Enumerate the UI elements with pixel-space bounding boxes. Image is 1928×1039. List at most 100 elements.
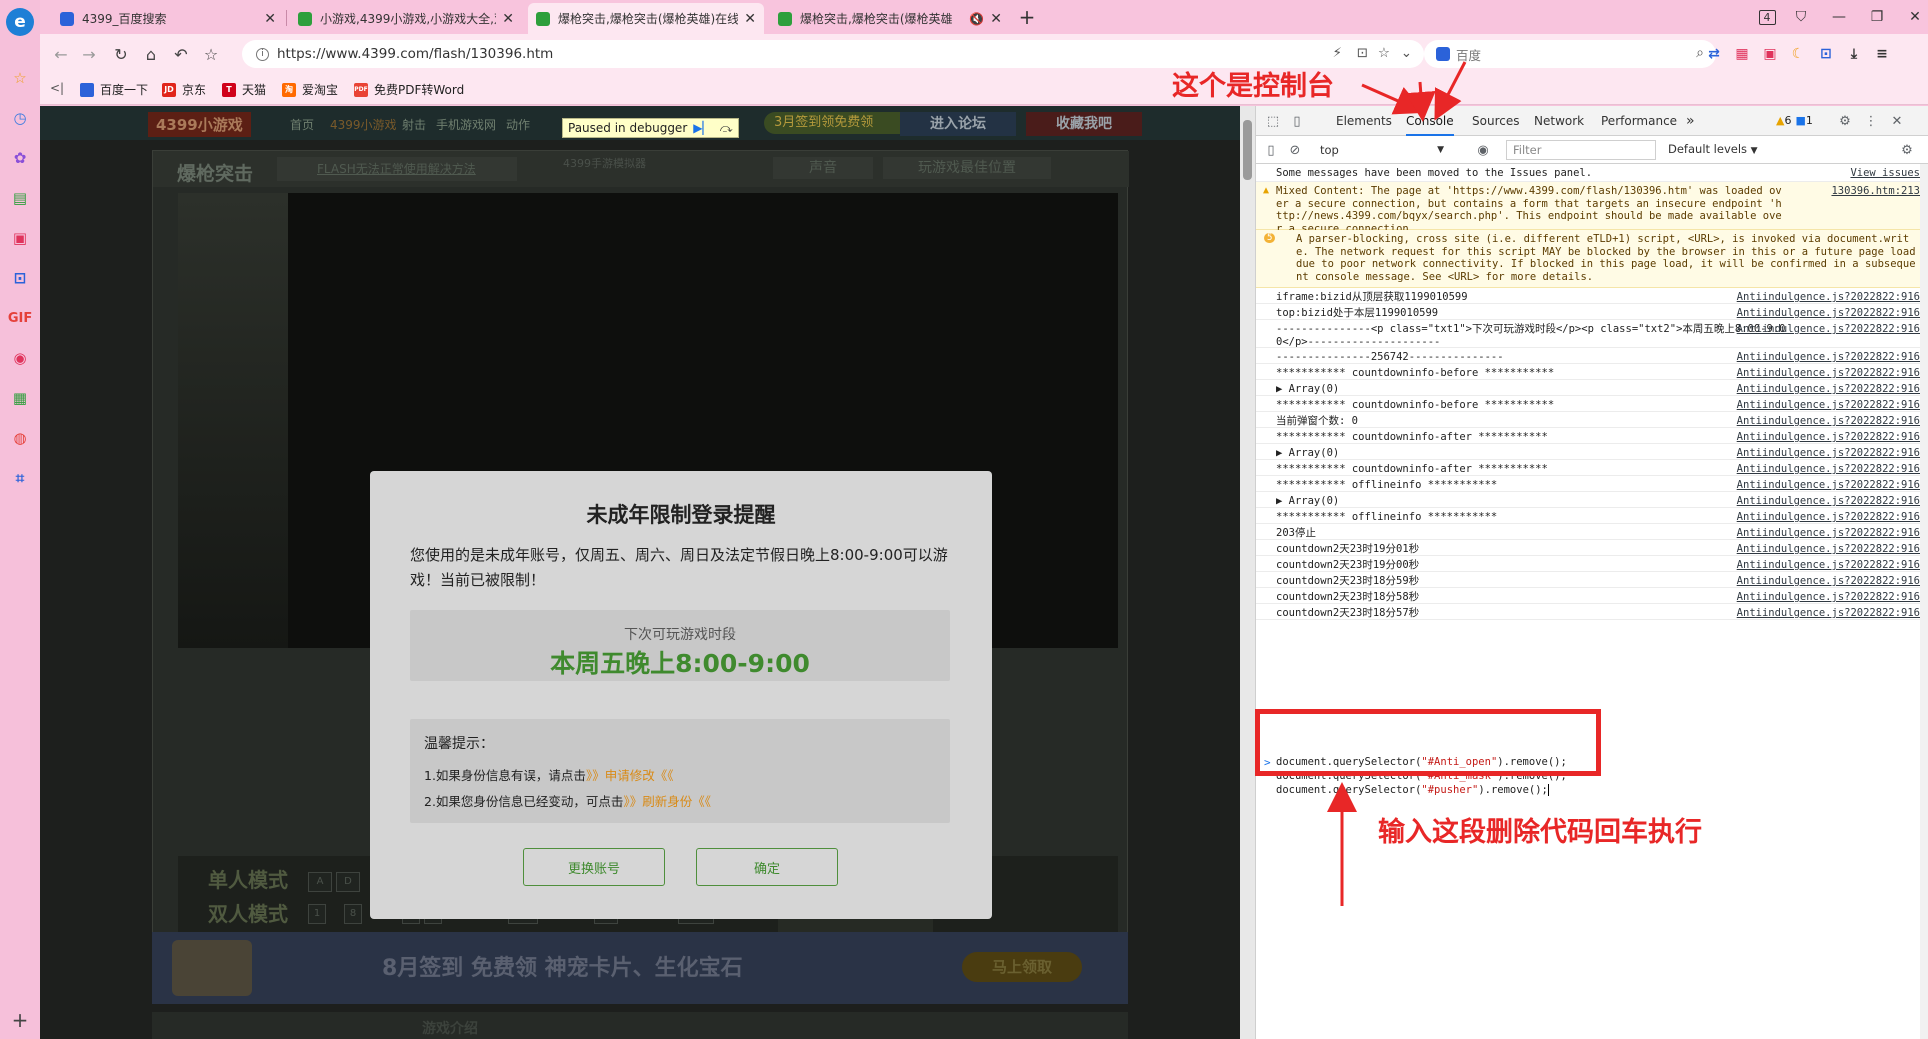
bookmark-star-icon[interactable]: ☆ xyxy=(200,43,222,65)
console-log-row[interactable]: countdown2天23时19分00秒 Antiindulgence.js?20… xyxy=(1256,556,1928,572)
clear-console-icon[interactable]: ⊘ xyxy=(1286,141,1304,159)
filter-input[interactable]: Filter xyxy=(1506,140,1656,160)
chevron-down-icon[interactable]: ⌄ xyxy=(1401,45,1412,61)
console-log-row[interactable]: ▶ Array(0) Antiindulgence.js?2022822:916 xyxy=(1256,380,1928,396)
source-link[interactable]: Antiindulgence.js?2022822:916 xyxy=(1737,511,1920,523)
console-log-row[interactable]: countdown2天23时18分58秒 Antiindulgence.js?20… xyxy=(1256,588,1928,604)
console-log-row[interactable]: *********** countdowninfo-before *******… xyxy=(1256,364,1928,380)
issue-counter[interactable]: ▲6 ■1 xyxy=(1776,114,1813,127)
search-input[interactable]: 百度 ⌕ xyxy=(1424,40,1716,68)
pdf-icon[interactable]: ▣ xyxy=(8,226,32,250)
search-icon[interactable]: ⌕ xyxy=(1696,45,1704,61)
scrollbar-thumb[interactable] xyxy=(1243,120,1252,180)
checkin-banner[interactable]: 3月签到领免费领 xyxy=(764,112,922,134)
pdf-tool-icon[interactable]: ▣ xyxy=(1760,44,1780,64)
source-link[interactable]: Antiindulgence.js?2022822:916 xyxy=(1737,575,1920,587)
tab-sources[interactable]: Sources xyxy=(1472,106,1519,136)
source-link[interactable]: Antiindulgence.js?2022822:916 xyxy=(1737,415,1920,427)
bookmark-tmall[interactable]: T 天猫 xyxy=(222,81,266,98)
console-log-row[interactable]: top:bizid处于本层1199010599 Antiindulgence.js… xyxy=(1256,304,1928,320)
close-icon[interactable]: ✕ xyxy=(264,11,276,27)
flash-help-link[interactable]: FLASH无法正常使用解决方法 xyxy=(277,157,517,181)
source-link[interactable]: Antiindulgence.js?2022822:916 xyxy=(1737,351,1920,363)
console-warning-row[interactable]: ▲ Mixed Content: The page at 'https://www… xyxy=(1256,182,1928,235)
bookmark-aitaobao[interactable]: 淘爱淘宝 xyxy=(282,81,338,98)
tab-elements[interactable]: Elements xyxy=(1336,106,1392,136)
screenshot-icon[interactable]: ⊡ xyxy=(1357,45,1368,61)
console-log-row[interactable]: iframe:bizid从顶层获取1199010599 Antiindulgenc… xyxy=(1256,288,1928,304)
nav-item[interactable]: 射击 xyxy=(402,116,426,133)
step-over-icon[interactable]: ⤼ xyxy=(720,121,733,136)
menu-icon[interactable]: ≡ xyxy=(1872,44,1892,64)
console-log-row[interactable]: *********** offlineinfo *********** Antii… xyxy=(1256,476,1928,492)
source-link[interactable]: Antiindulgence.js?2022822:916 xyxy=(1737,559,1920,571)
claim-button[interactable]: 马上领取 xyxy=(962,952,1082,982)
nav-item[interactable]: 首页 xyxy=(290,116,314,133)
resume-icon[interactable]: ▶▏ xyxy=(693,121,711,135)
close-devtools-icon[interactable]: ✕ xyxy=(1888,112,1906,130)
close-icon[interactable]: ✕ xyxy=(990,11,1002,27)
sidebar-toggle-icon[interactable]: <| xyxy=(50,81,64,95)
source-link[interactable]: Antiindulgence.js?2022822:916 xyxy=(1737,527,1920,539)
home-icon[interactable]: ⌂ xyxy=(140,43,162,65)
gif-icon[interactable]: GIF xyxy=(8,306,32,330)
source-link[interactable]: Antiindulgence.js?2022822:916 xyxy=(1737,323,1920,335)
scan-icon[interactable]: ⌗ xyxy=(8,466,32,490)
switch-account-button[interactable]: 更换账号 xyxy=(523,848,665,886)
shirt-icon[interactable]: ⛉ xyxy=(1788,5,1814,29)
console-log-row[interactable]: *********** offlineinfo *********** Antii… xyxy=(1256,508,1928,524)
context-select[interactable]: top ▼ xyxy=(1316,141,1448,159)
sidebar-toggle-icon[interactable]: ▯ xyxy=(1262,141,1280,159)
source-link[interactable]: Antiindulgence.js?2022822:916 xyxy=(1737,307,1920,319)
tab-baidu[interactable]: 4399_百度搜索 ✕ xyxy=(52,3,284,34)
muted-speaker-icon[interactable]: 🔇 xyxy=(969,12,984,26)
qr-icon[interactable]: ▦ xyxy=(8,386,32,410)
bookmark-baidu[interactable]: 百度一下 xyxy=(80,81,148,98)
console-log-row[interactable]: *********** countdowninfo-after ********… xyxy=(1256,460,1928,476)
source-link[interactable]: Antiindulgence.js?2022822:916 xyxy=(1737,399,1920,411)
download-icon[interactable]: ⤓ xyxy=(1844,44,1864,64)
console-log-row[interactable]: *********** countdowninfo-before *******… xyxy=(1256,396,1928,412)
promo-text[interactable]: 4399手游模拟器 xyxy=(563,155,646,171)
nav-item[interactable]: 动作 xyxy=(506,116,530,133)
lightning-icon[interactable]: ⚡ xyxy=(1333,45,1342,61)
source-link[interactable]: Antiindulgence.js?2022822:916 xyxy=(1737,607,1920,619)
inspect-element-icon[interactable]: ⬚ xyxy=(1264,112,1282,130)
console-log-row[interactable]: countdown2天23时18分57秒 Antiindulgence.js?20… xyxy=(1256,604,1928,620)
source-link[interactable]: Antiindulgence.js?2022822:916 xyxy=(1737,431,1920,443)
night-mode-icon[interactable]: ☾ xyxy=(1788,44,1808,64)
source-link[interactable]: Antiindulgence.js?2022822:916 xyxy=(1737,463,1920,475)
console-log-row[interactable]: ---------------256742--------------- Anti… xyxy=(1256,348,1928,364)
source-link[interactable]: Antiindulgence.js?2022822:916 xyxy=(1737,383,1920,395)
source-link[interactable]: View issues xyxy=(1850,167,1920,179)
favorite-icon[interactable]: ☆ xyxy=(1378,45,1390,61)
tab-console[interactable]: Console xyxy=(1406,106,1454,136)
device-toolbar-icon[interactable]: ▯ xyxy=(1288,112,1306,130)
close-icon[interactable]: ✕ xyxy=(744,11,756,27)
minimize-icon[interactable]: — xyxy=(1826,5,1852,29)
nav-item[interactable]: 手机游戏网 xyxy=(436,116,496,133)
console-scrollbar[interactable] xyxy=(1920,164,1928,1039)
tab-performance[interactable]: Performance xyxy=(1601,106,1677,136)
confirm-button[interactable]: 确定 xyxy=(696,848,838,886)
source-link[interactable]: 130396.htm:213 xyxy=(1831,185,1920,197)
refresh-identity-link[interactable]: 》》刷新身份《《 xyxy=(623,794,711,809)
source-link[interactable]: Antiindulgence.js?2022822:916 xyxy=(1737,447,1920,459)
console-log-row[interactable]: *********** countdowninfo-after ********… xyxy=(1256,428,1928,444)
apply-modify-link[interactable]: 》》申请修改《《 xyxy=(586,768,674,783)
source-link[interactable]: Antiindulgence.js?2022822:916 xyxy=(1737,543,1920,555)
forward-icon[interactable]: → xyxy=(78,43,100,65)
add-icon[interactable]: + xyxy=(8,1008,32,1032)
kebab-menu-icon[interactable]: ⋮ xyxy=(1862,112,1880,130)
tab-network[interactable]: Network xyxy=(1534,106,1584,136)
restore-icon[interactable]: ❐ xyxy=(1864,5,1890,29)
console-log-row[interactable]: countdown2天23时18分59秒 Antiindulgence.js?20… xyxy=(1256,572,1928,588)
site-logo[interactable]: 4399小游戏 xyxy=(148,112,251,137)
notes-icon[interactable]: ▤ xyxy=(8,186,32,210)
source-link[interactable]: Antiindulgence.js?2022822:916 xyxy=(1737,479,1920,491)
forum-button[interactable]: 进入论坛 xyxy=(900,112,1016,136)
bookmark-jd[interactable]: JD 京东 xyxy=(162,81,206,98)
checkin-ad-banner[interactable]: 8月签到 免费领 神宠卡片、生化宝石 马上领取 xyxy=(152,932,1128,1004)
tab-game-active[interactable]: 爆枪突击,爆枪突击(爆枪英雄)在线 ✕ xyxy=(528,3,764,34)
console-log-row[interactable]: countdown2天23时19分01秒 Antiindulgence.js?20… xyxy=(1256,540,1928,556)
